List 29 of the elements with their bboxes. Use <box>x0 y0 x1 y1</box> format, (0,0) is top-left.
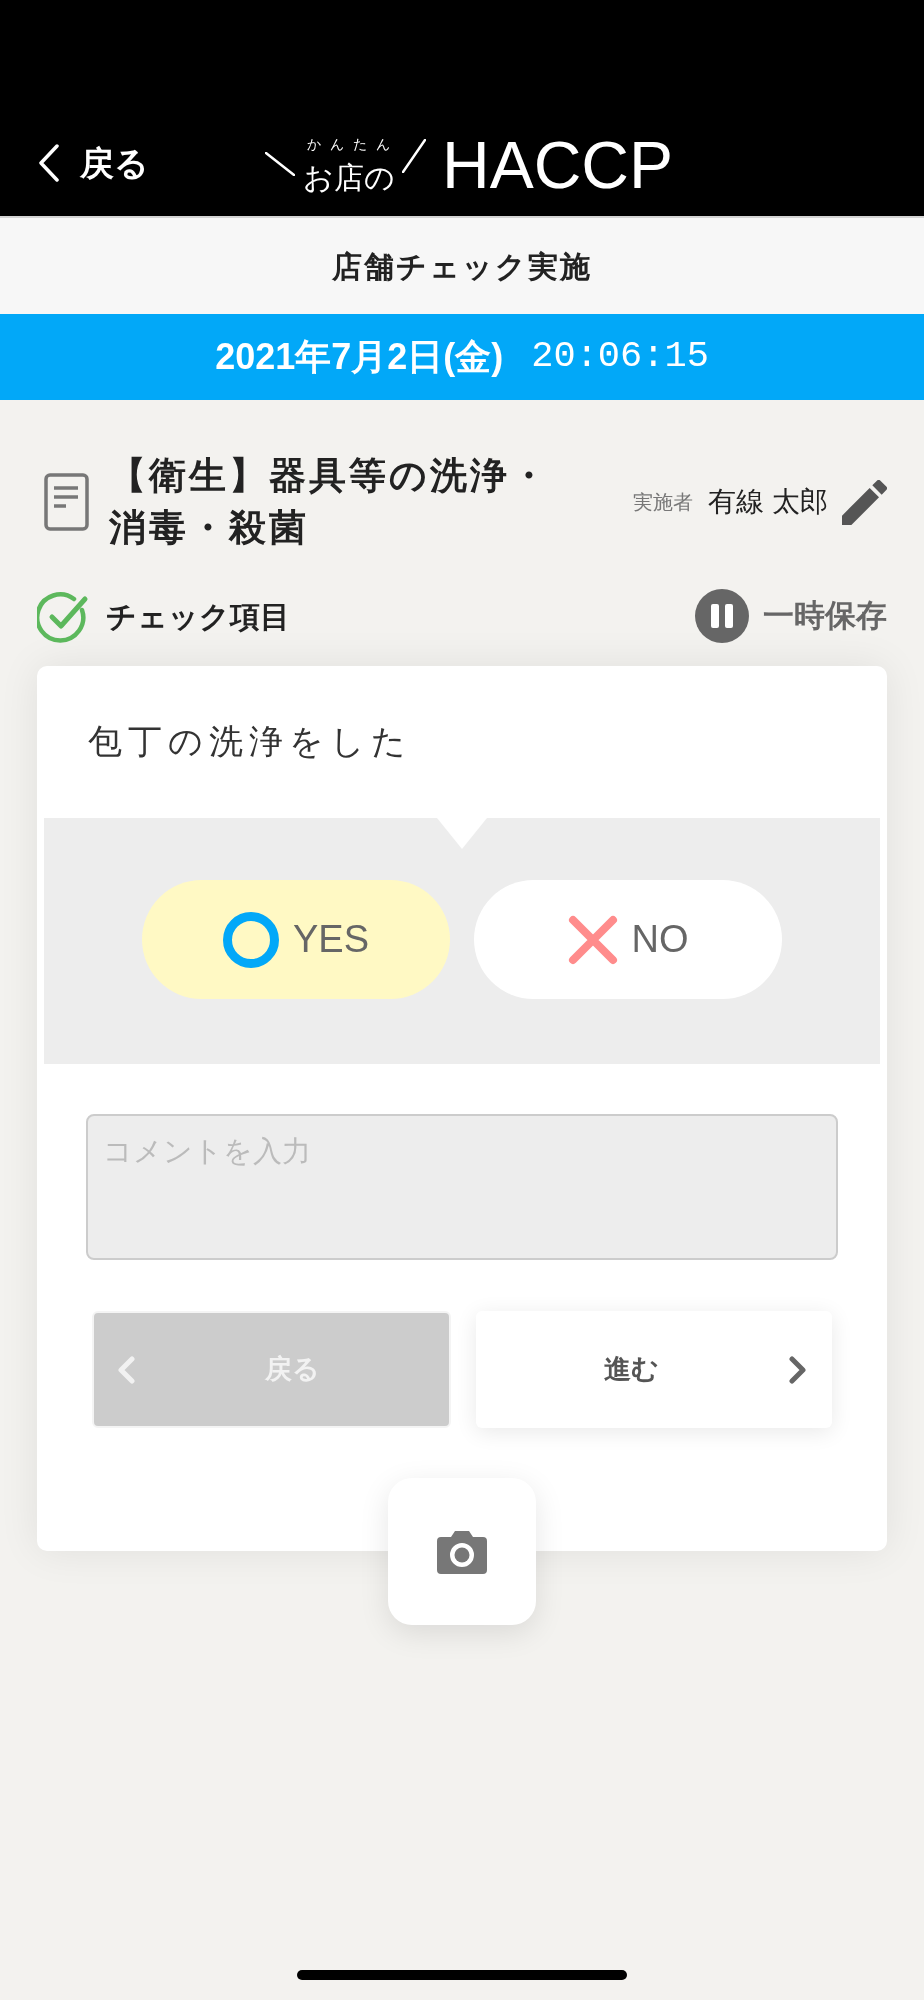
circle-mark-icon <box>222 911 279 968</box>
slash-icon <box>402 139 426 173</box>
performer-label: 実施者 <box>633 490 694 515</box>
camera-button[interactable] <box>388 1478 536 1625</box>
next-button[interactable]: 進む <box>475 1311 832 1428</box>
chevron-left-icon <box>116 1355 136 1384</box>
section-label: チェック項目 <box>106 598 290 635</box>
check-circle-icon <box>37 589 90 643</box>
slash-icon <box>265 152 295 176</box>
chevron-right-icon <box>788 1355 808 1384</box>
chevron-left-icon <box>38 144 60 182</box>
cross-mark-icon <box>567 914 618 965</box>
back-button[interactable]: 戻る <box>0 144 149 182</box>
no-button[interactable]: NO <box>474 880 782 999</box>
time-text: 20:06:15 <box>531 334 709 380</box>
pause-icon <box>695 589 749 643</box>
edit-icon[interactable] <box>842 479 887 525</box>
camera-icon <box>437 1529 487 1574</box>
question-text: 包丁の洗浄をした <box>88 721 412 761</box>
logo-subtitle: お店の <box>302 161 395 194</box>
date-text: 2021年7月2日(金) <box>215 335 504 379</box>
logo-ruby-text: かんたん <box>306 137 399 151</box>
document-icon <box>44 473 89 531</box>
page-title: 店舗チェック実施 <box>332 248 592 285</box>
logo-title: HACCP <box>442 132 674 198</box>
performer-name: 有線 太郎 <box>708 485 828 519</box>
task-title: 【衛生】器具等の洗浄・消毒・殺菌 <box>109 454 551 550</box>
yes-button[interactable]: YES <box>142 880 450 999</box>
save-draft-button[interactable]: 一時保存 <box>695 589 887 643</box>
